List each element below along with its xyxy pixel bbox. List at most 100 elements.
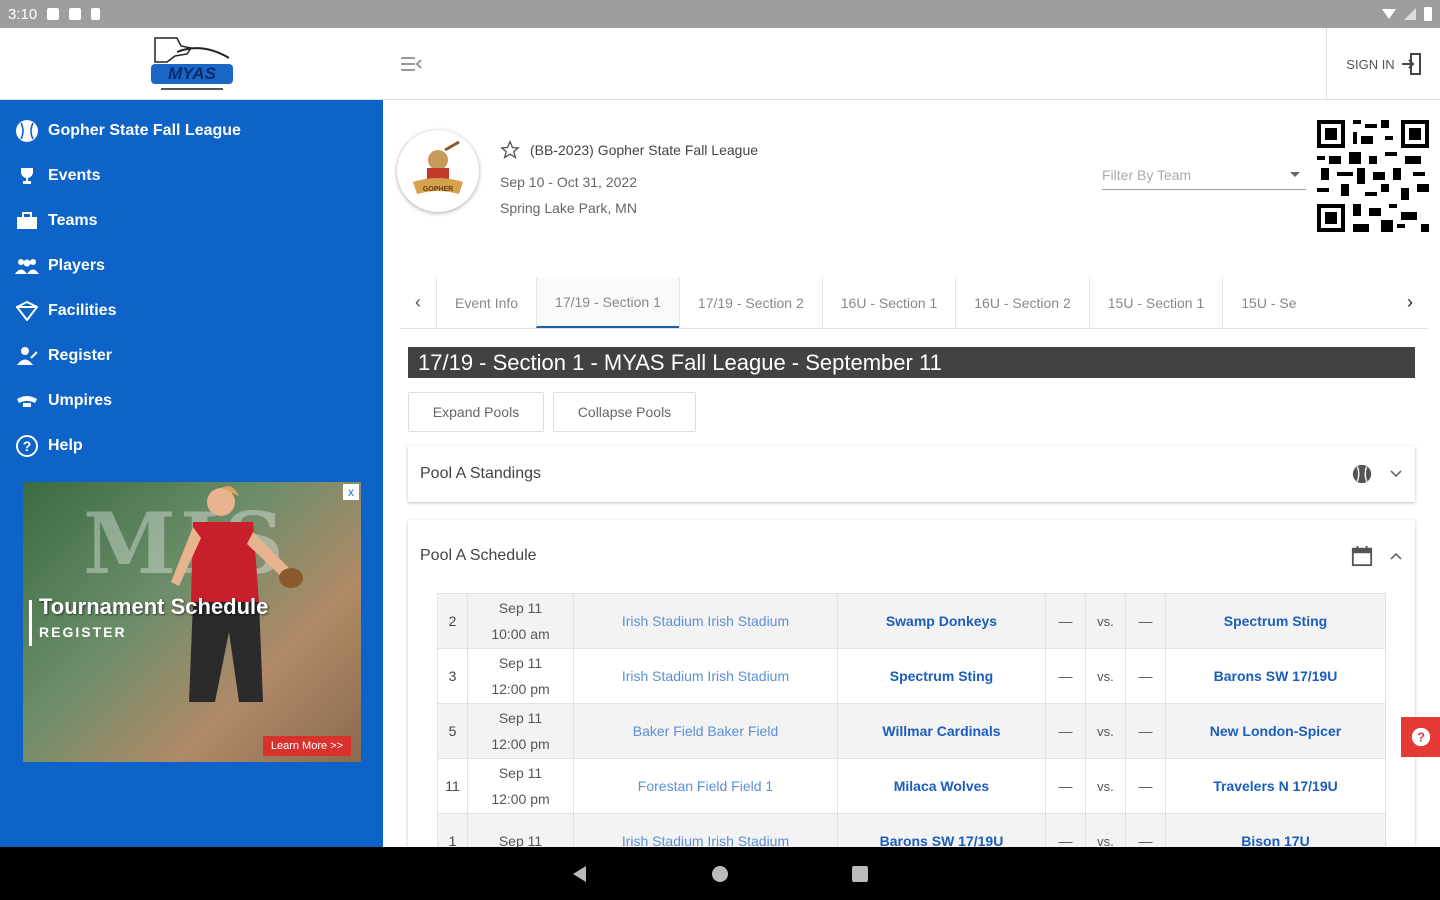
pool-a-standings-panel[interactable]: Pool A Standings xyxy=(408,446,1415,502)
event-title-row: (BB-2023) Gopher State Fall League xyxy=(500,140,758,160)
home-icon[interactable] xyxy=(710,864,730,884)
notification-icon xyxy=(47,8,60,20)
softball-player-image xyxy=(171,486,303,702)
vs-label: vs. xyxy=(1084,758,1126,814)
filter-placeholder: Filter By Team xyxy=(1102,166,1192,183)
qr-code-image[interactable] xyxy=(1317,120,1429,232)
home-team-link[interactable]: Milaca Wolves xyxy=(837,758,1046,814)
wifi-icon xyxy=(1382,9,1396,19)
chevron-down-icon[interactable] xyxy=(1389,469,1403,479)
tab-15u-section-2[interactable]: 15U - Se xyxy=(1222,277,1314,328)
ad-close-icon[interactable]: x xyxy=(343,484,359,500)
section-tabs: ‹ Event Info 17/19 - Section 1 17/19 - S… xyxy=(400,277,1428,329)
chevron-up-icon[interactable] xyxy=(1389,551,1403,561)
floating-help-button[interactable]: ? xyxy=(1401,717,1440,757)
tab-16u-section-2[interactable]: 16U - Section 2 xyxy=(955,277,1089,328)
game-time: 12:00 pm xyxy=(491,736,550,752)
away-team-link[interactable]: New London-Spicer xyxy=(1164,703,1387,759)
tabs-scroll-right-icon[interactable]: › xyxy=(1392,277,1428,328)
menu-collapse-icon[interactable] xyxy=(401,56,423,72)
game-time: 10:00 am xyxy=(491,626,550,642)
tab-15u-section-1[interactable]: 15U - Section 1 xyxy=(1088,277,1223,328)
baseball-icon xyxy=(1352,464,1372,484)
sidebar-item-events[interactable]: Events xyxy=(0,153,383,198)
away-score: — xyxy=(1124,703,1166,759)
filter-by-team-select[interactable]: Filter By Team xyxy=(1102,160,1306,190)
help-icon: ? xyxy=(1411,727,1430,747)
away-team-link[interactable]: Barons SW 17/19U xyxy=(1164,648,1387,704)
svg-text:?: ? xyxy=(23,438,32,454)
home-team-link[interactable]: Willmar Cardinals xyxy=(837,703,1046,759)
sidebar-item-label: Players xyxy=(48,256,105,274)
facilities-icon xyxy=(14,300,40,322)
away-team-link[interactable]: Spectrum Sting xyxy=(1164,593,1387,649)
vs-label: vs. xyxy=(1084,593,1126,649)
sidebar-item-league[interactable]: Gopher State Fall League xyxy=(0,108,383,153)
sidebar-item-help[interactable]: ? Help xyxy=(0,423,383,468)
schedule-table: 2 Sep 11 10:00 am Irish Stadium Irish Sta… xyxy=(437,593,1387,869)
status-time: 3:10 xyxy=(8,5,38,23)
favorite-star-icon[interactable] xyxy=(500,140,520,160)
venue-link[interactable]: Forestan Field Field 1 xyxy=(573,758,838,814)
sidebar-item-label: Umpires xyxy=(48,391,113,409)
game-datetime: Sep 11 12:00 pm xyxy=(467,648,574,704)
home-team-link[interactable]: Spectrum Sting xyxy=(837,648,1046,704)
home-score: — xyxy=(1044,758,1086,814)
sidebar-item-label: Teams xyxy=(48,211,98,229)
sidebar-item-label: Facilities xyxy=(48,301,117,319)
game-number: 2 xyxy=(437,593,468,649)
tab-event-info[interactable]: Event Info xyxy=(436,277,536,328)
sidebar-item-teams[interactable]: Teams xyxy=(0,198,383,243)
tab-17-19-section-2[interactable]: 17/19 - Section 2 xyxy=(678,277,822,328)
tab-17-19-section-1[interactable]: 17/19 - Section 1 xyxy=(536,277,679,328)
game-date: Sep 11 xyxy=(498,655,543,671)
svg-text:MYAS: MYAS xyxy=(168,64,217,83)
away-score: — xyxy=(1124,593,1166,649)
ad-register-text: REGISTER xyxy=(39,624,127,640)
game-datetime: Sep 11 10:00 am xyxy=(467,593,574,649)
back-icon[interactable] xyxy=(570,864,590,884)
game-number: 5 xyxy=(437,703,468,759)
sidebar-item-facilities[interactable]: Facilities xyxy=(0,288,383,333)
sidebar-item-label: Gopher State Fall League xyxy=(48,121,241,139)
game-number: 11 xyxy=(437,758,468,814)
sidebar-item-register[interactable]: Register xyxy=(0,333,383,378)
sidebar-item-label: Register xyxy=(48,346,113,364)
sidebar: MYAS Gopher State Fall League Events Tea… xyxy=(0,28,383,847)
svg-text:GOPHER: GOPHER xyxy=(423,186,453,193)
gopher-mascot-image: GOPHER xyxy=(413,140,463,194)
collapse-pools-button[interactable]: Collapse Pools xyxy=(553,392,696,432)
sidebar-nav: Gopher State Fall League Events Teams Pl… xyxy=(0,100,383,468)
tab-16u-section-1[interactable]: 16U - Section 1 xyxy=(821,277,956,328)
top-bar: SIGN IN xyxy=(383,28,1440,100)
away-team-link[interactable]: Travelers N 17/19U xyxy=(1164,758,1387,814)
venue-link[interactable]: Baker Field Baker Field xyxy=(573,703,838,759)
register-icon xyxy=(14,345,40,367)
trophy-icon xyxy=(14,165,40,187)
sign-in-button[interactable]: SIGN IN xyxy=(1326,28,1440,100)
ad-accent-bar xyxy=(29,600,32,646)
event-location: Spring Lake Park, MN xyxy=(500,200,637,216)
sidebar-item-players[interactable]: Players xyxy=(0,243,383,288)
players-icon xyxy=(14,255,40,277)
status-bar: 3:10 xyxy=(0,0,1440,28)
logo-container[interactable]: MYAS xyxy=(0,28,383,100)
game-date: Sep 11 xyxy=(498,710,543,726)
venue-link[interactable]: Irish Stadium Irish Stadium xyxy=(573,593,838,649)
ad-learn-more-button[interactable]: Learn More >> xyxy=(262,736,351,756)
svg-text:?: ? xyxy=(1417,730,1425,745)
advertisement[interactable]: MIS Tournament Schedule REGISTER Learn M… xyxy=(23,482,361,762)
sd-card-icon xyxy=(69,8,82,20)
home-team-link[interactable]: Swamp Donkeys xyxy=(837,593,1046,649)
tabs-scroll-left-icon[interactable]: ‹ xyxy=(400,277,436,328)
game-datetime: Sep 11 12:00 pm xyxy=(467,703,574,759)
venue-link[interactable]: Irish Stadium Irish Stadium xyxy=(573,648,838,704)
panel-header[interactable]: Pool A Schedule xyxy=(408,520,1415,592)
expand-pools-button[interactable]: Expand Pools xyxy=(408,392,544,432)
baseball-icon xyxy=(14,119,40,142)
sidebar-item-umpires[interactable]: Umpires xyxy=(0,378,383,423)
recents-icon[interactable] xyxy=(850,864,870,884)
game-time: 12:00 pm xyxy=(491,791,550,807)
panel-header: Pool A Standings xyxy=(408,446,1415,502)
sign-in-icon xyxy=(1401,53,1421,75)
